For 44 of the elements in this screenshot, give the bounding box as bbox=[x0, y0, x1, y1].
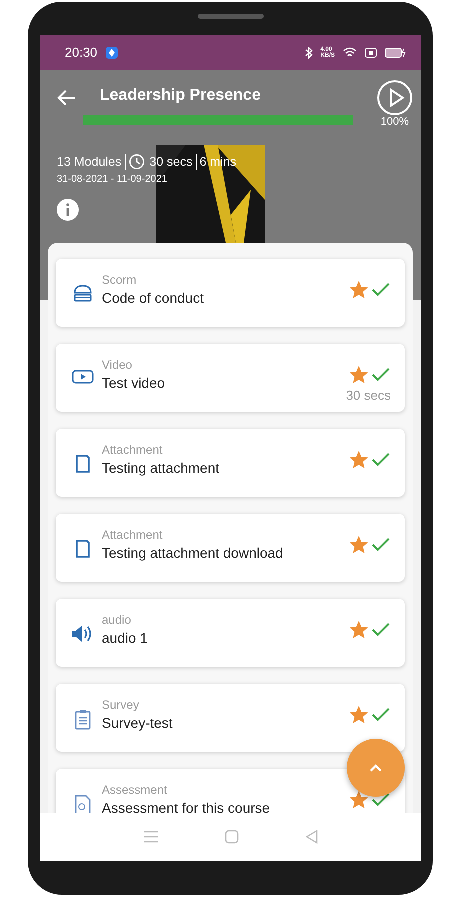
module-duration: 30 secs bbox=[346, 388, 391, 403]
chevron-up-icon bbox=[369, 764, 383, 772]
module-card[interactable]: Survey Survey-test bbox=[56, 684, 405, 752]
module-card[interactable]: Attachment Testing attachment bbox=[56, 429, 405, 497]
document-icon bbox=[75, 454, 91, 474]
module-type: Scorm bbox=[102, 273, 138, 287]
module-title: Test video bbox=[102, 375, 166, 391]
module-title: Code of conduct bbox=[102, 290, 205, 306]
module-title: Testing attachment bbox=[102, 460, 221, 476]
back-arrow-icon[interactable] bbox=[57, 88, 77, 108]
module-type: Attachment bbox=[102, 528, 164, 542]
module-card[interactable]: Attachment Testing attachment download bbox=[56, 514, 405, 582]
play-icon[interactable] bbox=[377, 80, 413, 116]
module-type: Video bbox=[102, 358, 134, 372]
module-card[interactable]: Scorm Code of conduct bbox=[56, 259, 405, 327]
module-count: 13 Modules bbox=[57, 155, 122, 169]
module-title: audio 1 bbox=[102, 630, 149, 646]
module-card[interactable]: audio audio 1 bbox=[56, 599, 405, 667]
progress-percent: 100% bbox=[380, 116, 410, 128]
module-title: Assessment for this course bbox=[102, 800, 272, 816]
info-icon[interactable] bbox=[57, 199, 79, 221]
duration: 30 secs bbox=[150, 155, 193, 169]
module-type: Assessment bbox=[102, 783, 168, 797]
course-title: Leadership Presence bbox=[100, 87, 261, 105]
wifi-icon bbox=[343, 47, 357, 58]
module-type: audio bbox=[102, 613, 132, 627]
module-type: Survey bbox=[102, 698, 140, 712]
module-type: Attachment bbox=[102, 443, 164, 457]
menu-icon[interactable] bbox=[144, 831, 158, 843]
bluetooth-icon bbox=[304, 46, 313, 58]
battery-icon bbox=[385, 48, 407, 58]
clipboard-icon bbox=[74, 709, 92, 731]
sim-icon bbox=[365, 48, 377, 58]
video-icon bbox=[72, 369, 94, 385]
document-icon bbox=[75, 539, 91, 559]
home-icon[interactable] bbox=[224, 830, 238, 844]
module-title: Survey-test bbox=[102, 715, 174, 731]
module-card[interactable]: Video Test video 30 secs bbox=[56, 344, 405, 412]
speaker-grille bbox=[198, 14, 264, 19]
clock-icon bbox=[128, 154, 145, 170]
module-title: Testing attachment download bbox=[102, 545, 284, 561]
back-icon[interactable] bbox=[306, 830, 318, 844]
hat-icon bbox=[72, 284, 94, 304]
clock: 20:30 bbox=[65, 45, 98, 60]
